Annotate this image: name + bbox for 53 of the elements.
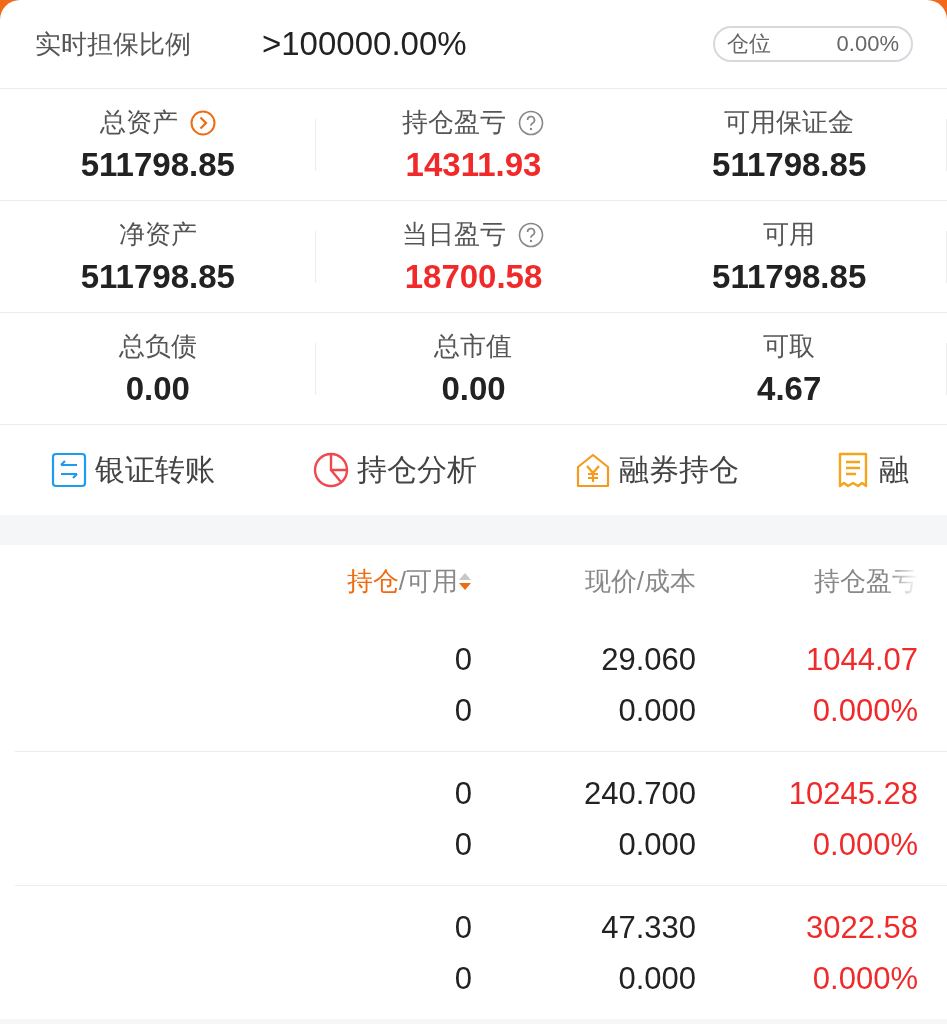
table-cell-text: 0 — [454, 825, 472, 864]
table-cell-text: 0 — [454, 959, 472, 998]
table-cell-text: 0.000 — [618, 691, 696, 730]
stat-label: 可用 — [763, 218, 816, 251]
table-cell-text: 0 — [454, 908, 472, 947]
stat-value: 18700.58 — [404, 258, 543, 296]
position-pill: 仓位 0.00% — [713, 26, 913, 62]
table-cell-text: 0 — [454, 691, 472, 730]
transfer-icon — [51, 452, 87, 488]
ratio-value: >100000.00% — [262, 25, 468, 63]
table-cell-text: 0.000% — [812, 959, 918, 998]
table-cell-text: 240.700 — [583, 774, 696, 813]
column-header[interactable]: 现价/成本 — [584, 564, 696, 599]
stat-value: 511798.85 — [80, 146, 235, 184]
stat-value: 0.00 — [441, 370, 506, 408]
stat-label: 持仓盈亏 — [402, 106, 507, 139]
help-icon[interactable] — [518, 109, 545, 136]
stat-value: 511798.85 — [712, 258, 867, 296]
sort-icon[interactable] — [458, 571, 472, 592]
help-icon[interactable] — [518, 221, 545, 248]
stat-label: 当日盈亏 — [402, 218, 507, 251]
table-cell-text: 3022.58 — [805, 908, 918, 947]
yen-house-icon — [575, 452, 611, 488]
action-link[interactable]: 融券持仓 — [575, 449, 739, 491]
stat-label: 可取 — [763, 330, 816, 363]
stat-label: 总资产 — [99, 106, 178, 139]
stat-value: 4.67 — [757, 370, 822, 408]
action-link[interactable]: 持仓分析 — [313, 449, 477, 491]
stat-value: 0.00 — [125, 370, 190, 408]
chevron-right-icon[interactable] — [189, 109, 216, 136]
table-cell-text: 0 — [454, 640, 472, 679]
table-cell-text: 29.060 — [601, 640, 696, 679]
table-cell-text: 0.000 — [618, 825, 696, 864]
action-link[interactable]: 银证转账 — [51, 449, 215, 491]
table-cell-text: 10245.28 — [788, 774, 918, 813]
stat-value: 511798.85 — [80, 258, 235, 296]
pie-chart-icon — [313, 452, 349, 488]
stat-label: 总负债 — [118, 330, 197, 363]
stat-label: 总市值 — [434, 330, 513, 363]
table-cell-text: 0.000% — [812, 825, 918, 864]
column-header[interactable]: 持仓/可用 — [346, 564, 472, 599]
action-link[interactable]: 融 — [835, 449, 909, 491]
table-cell-text: 0.000 — [618, 959, 696, 998]
stat-label: 净资产 — [118, 218, 197, 251]
table-cell-text: 47.330 — [601, 908, 696, 947]
stat-label: 可用保证金 — [724, 106, 855, 139]
table-cell-text: 0 — [454, 774, 472, 813]
column-header[interactable]: 持仓盈亏 — [814, 564, 918, 599]
stat-value: 14311.93 — [405, 146, 542, 184]
table-cell-text: 1044.07 — [805, 640, 918, 679]
ratio-label: 实时担保比例 — [35, 27, 192, 61]
table-cell-text: 0.000% — [812, 691, 918, 730]
stat-value: 511798.85 — [712, 146, 867, 184]
